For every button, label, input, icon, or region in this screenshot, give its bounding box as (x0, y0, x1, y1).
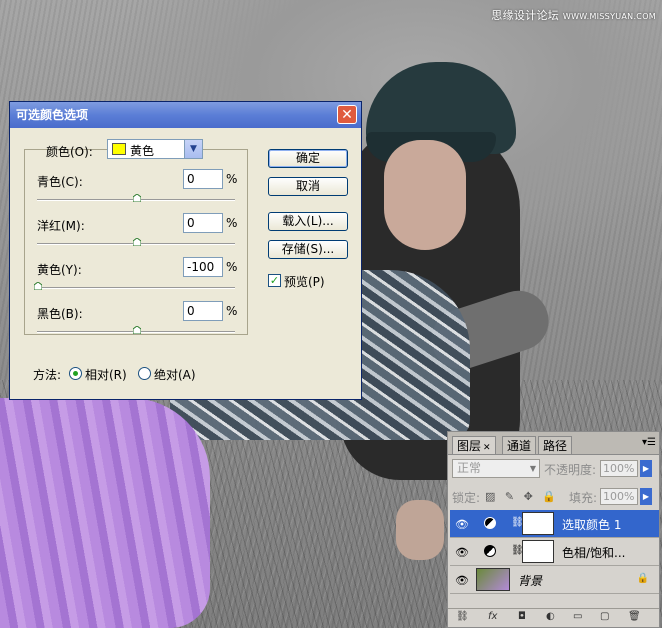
skirt-shape (0, 398, 210, 628)
layer-row[interactable]: 👁 背景 🔒 (450, 566, 659, 594)
fx-icon[interactable]: fx (488, 611, 497, 622)
adjustment-icon (484, 517, 496, 529)
preview-label: 预览(P) (284, 275, 325, 289)
yellow-percent: % (226, 260, 238, 274)
yellow-label: 黄色(Y): (37, 263, 82, 277)
watermark-text: 思缘设计论坛 (491, 9, 560, 22)
opacity-label: 不透明度: (544, 463, 597, 477)
chevron-down-icon[interactable]: ▼ (527, 460, 539, 477)
layer-mask-thumbnail[interactable] (522, 540, 554, 563)
cyan-label: 青色(C): (37, 175, 83, 189)
cancel-button[interactable]: 取消 (268, 177, 348, 196)
tab-channels-label: 通道 (507, 439, 532, 453)
panel-tabs: 图层 ✕ 通道 路径 ▾☰ (448, 432, 659, 455)
watermark-url: WWW.MISSYUAN.COM (562, 12, 656, 21)
color-label: 颜色(O): (46, 145, 93, 159)
magenta-slider-thumb[interactable] (133, 238, 141, 246)
dialog-title: 可选颜色选项 (16, 108, 89, 122)
dialog-titlebar[interactable]: 可选颜色选项 ✕ (10, 102, 361, 128)
lock-options-icons[interactable]: ▨ ✎ ✥ 🔒 (485, 490, 559, 503)
layers-bottom-toolbar: ⛓ fx ◘ ◐ ▭ ▢ 🗑 (448, 608, 659, 627)
hand-shape (396, 500, 444, 560)
fill-input[interactable]: 100% (600, 488, 638, 505)
close-icon[interactable]: ✕ (337, 105, 357, 124)
fill-arrow-icon[interactable]: ▶ (640, 488, 652, 505)
cyan-slider-thumb[interactable] (133, 194, 141, 202)
tab-paths[interactable]: 路径 (538, 436, 573, 454)
new-layer-icon[interactable]: ▢ (600, 611, 609, 622)
chevron-down-icon[interactable]: ▼ (184, 140, 202, 158)
eye-icon[interactable]: 👁 (455, 518, 469, 531)
eye-icon[interactable]: 👁 (455, 546, 469, 559)
relative-radio[interactable] (69, 367, 82, 380)
blend-mode-value: 正常 (457, 461, 482, 475)
blend-mode-dropdown[interactable]: 正常 ▼ (452, 459, 540, 478)
layers-panel: 图层 ✕ 通道 路径 ▾☰ 正常 ▼ 不透明度: 100% ▶ 锁定: ▨ ✎ ✥… (447, 431, 660, 628)
layer-thumbnail (476, 568, 510, 591)
yellow-slider[interactable] (37, 287, 235, 289)
black-percent: % (226, 304, 238, 318)
magenta-input[interactable]: 0 (183, 213, 223, 233)
eye-icon[interactable]: 👁 (455, 574, 469, 587)
opacity-arrow-icon[interactable]: ▶ (640, 460, 652, 477)
tab-paths-label: 路径 (543, 439, 568, 453)
layer-name: 背景 (518, 574, 543, 588)
selective-color-dialog: 可选颜色选项 ✕ 颜色(O): 黄色 ▼ 青色(C): 0 % 洋红(M): 0… (9, 101, 362, 400)
lock-icon: 🔒 (636, 573, 649, 584)
tab-layers[interactable]: 图层 ✕ (452, 436, 496, 454)
ok-button[interactable]: 确定 (268, 149, 348, 168)
load-button[interactable]: 载入(L)... (268, 212, 348, 231)
absolute-radio[interactable] (138, 367, 151, 380)
tab-channels[interactable]: 通道 (502, 436, 537, 454)
trash-icon[interactable]: 🗑 (628, 611, 641, 622)
layer-mask-thumbnail[interactable] (522, 512, 554, 535)
add-mask-icon[interactable]: ◘ (518, 611, 526, 622)
adjustment-layer-icon[interactable]: ◐ (546, 611, 555, 622)
adjustment-icon (484, 545, 496, 557)
layer-row[interactable]: 👁 ⛓ 色相/饱和... (450, 538, 659, 566)
preview-checkbox[interactable]: ✓ (268, 274, 281, 287)
layer-name: 选取颜色 1 (562, 518, 622, 532)
save-button[interactable]: 存储(S)... (268, 240, 348, 259)
black-label: 黑色(B): (37, 307, 83, 321)
relative-label: 相对(R) (85, 368, 127, 382)
color-dropdown-value: 黄色 (130, 144, 155, 158)
tab-layers-label: 图层 (457, 439, 482, 453)
cyan-input[interactable]: 0 (183, 169, 223, 189)
method-label: 方法: (33, 368, 62, 382)
color-dropdown[interactable]: 黄色 ▼ (107, 139, 203, 159)
layer-row[interactable]: 👁 ⛓ 选取颜色 1 (450, 510, 659, 538)
magenta-label: 洋红(M): (37, 219, 85, 233)
lock-label: 锁定: (452, 491, 481, 505)
group-folder-icon[interactable]: ▭ (573, 611, 582, 622)
cyan-percent: % (226, 172, 238, 186)
close-icon[interactable]: ✕ (483, 443, 491, 453)
opacity-input[interactable]: 100% (600, 460, 638, 477)
link-icon[interactable]: ⛓ (456, 611, 469, 622)
face-shape (384, 140, 466, 250)
color-swatch (112, 143, 126, 155)
black-input[interactable]: 0 (183, 301, 223, 321)
panel-menu-icon[interactable]: ▾☰ (642, 437, 656, 448)
magenta-percent: % (226, 216, 238, 230)
yellow-slider-thumb[interactable] (34, 282, 42, 290)
black-slider-thumb[interactable] (133, 326, 141, 334)
absolute-label: 绝对(A) (154, 368, 196, 382)
watermark: 思缘设计论坛 WWW.MISSYUAN.COM (491, 7, 656, 23)
yellow-input[interactable]: -100 (183, 257, 223, 277)
layer-name: 色相/饱和... (562, 546, 626, 560)
fill-label: 填充: (569, 491, 598, 505)
